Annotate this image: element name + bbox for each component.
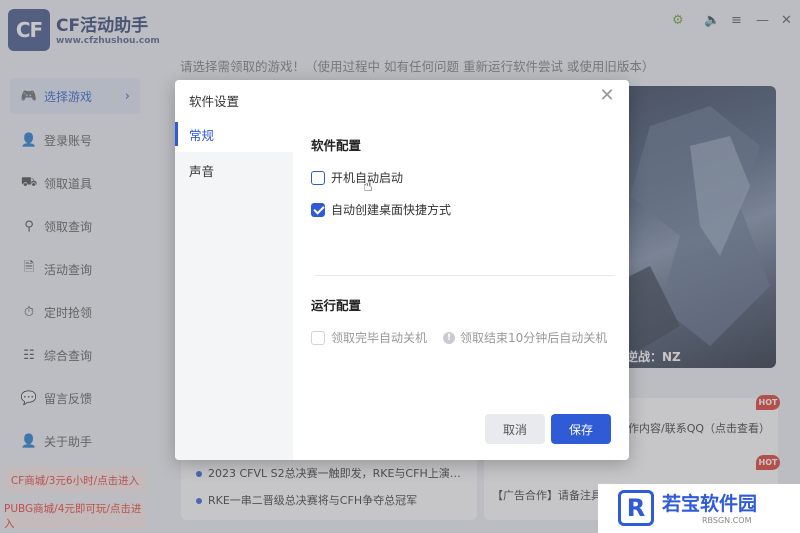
- info-icon: !: [443, 331, 456, 344]
- settings-dialog: 软件设置 ✕ 常规 声音 软件配置 开机自动启动 自动创建桌面快捷方式 运行配置…: [175, 80, 629, 460]
- shutdown-hint: 领取结束10分钟后自动关机: [460, 331, 608, 345]
- watermark-logo: R: [618, 490, 654, 526]
- tab-general[interactable]: 常规: [175, 116, 293, 152]
- settings-nav: 常规 声音: [175, 116, 293, 460]
- tab-sound[interactable]: 声音: [175, 152, 293, 188]
- section-title-run: 运行配置: [311, 298, 362, 313]
- watermark-sub: RBSGN.COM: [702, 516, 752, 525]
- cancel-button[interactable]: 取消: [485, 414, 545, 444]
- save-button[interactable]: 保存: [551, 414, 611, 444]
- dialog-title: 软件设置: [189, 94, 240, 109]
- checkbox-label: 自动创建桌面快捷方式: [331, 203, 452, 217]
- hand-cursor-icon: ☝: [363, 176, 373, 195]
- section-title-software: 软件配置: [311, 138, 362, 153]
- autostart-checkbox[interactable]: 开机自动启动: [311, 169, 403, 186]
- checkbox-checked-icon: [311, 202, 325, 217]
- close-icon[interactable]: ✕: [597, 86, 617, 106]
- watermark: R 若宝软件园 RBSGN.COM: [598, 484, 800, 533]
- checkbox-label: 领取完毕自动关机: [331, 331, 428, 345]
- checkbox-icon: [311, 330, 325, 345]
- shortcut-checkbox[interactable]: 自动创建桌面快捷方式: [311, 201, 451, 218]
- auto-shutdown-checkbox[interactable]: 领取完毕自动关机 ! 领取结束10分钟后自动关机: [311, 329, 607, 346]
- watermark-text: 若宝软件园: [662, 493, 758, 515]
- checkbox-icon: [311, 170, 325, 185]
- divider: [315, 275, 615, 276]
